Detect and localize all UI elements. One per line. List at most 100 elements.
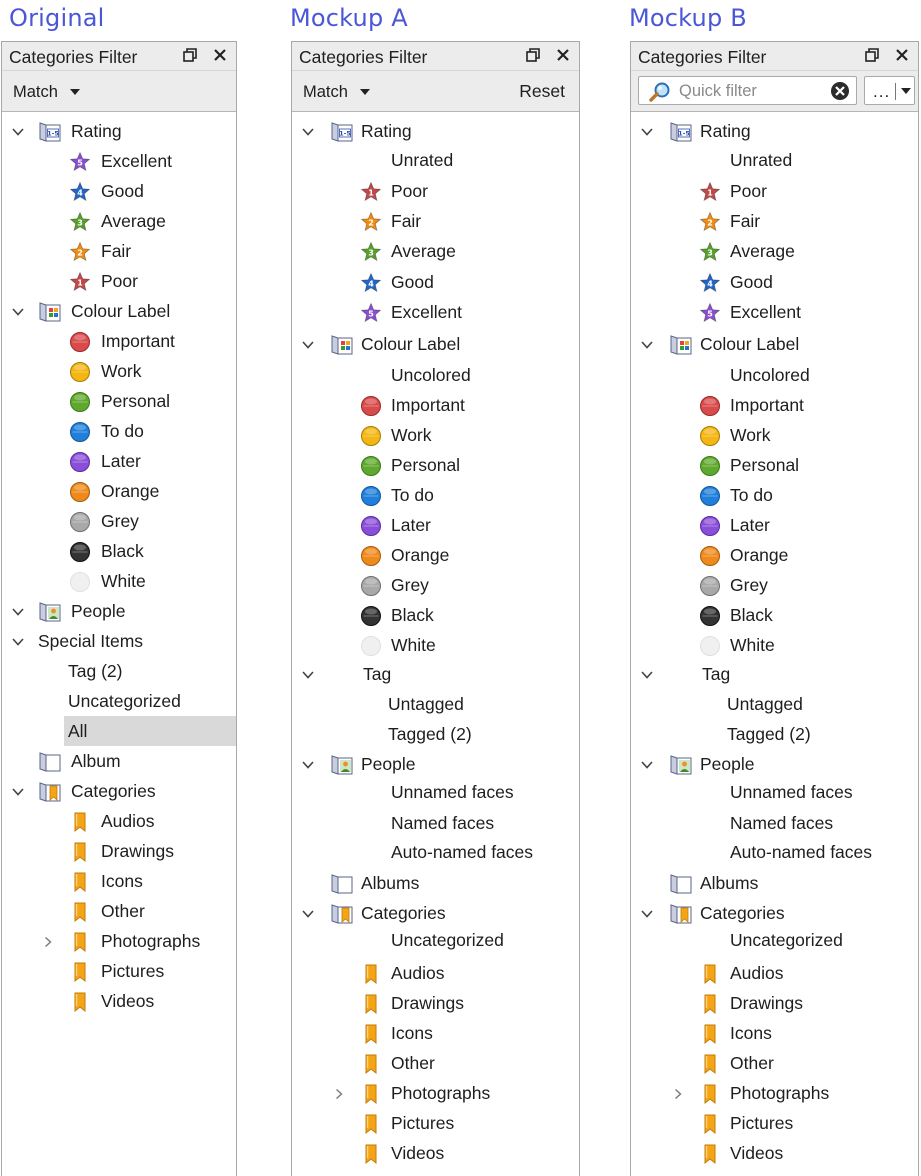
tree-row-later[interactable]: Later <box>2 446 236 476</box>
tree-row-personal[interactable]: Personal <box>292 450 579 480</box>
tree-row-grey[interactable]: Grey <box>2 506 236 536</box>
tree-row-white[interactable]: White <box>2 566 236 596</box>
tree-row-icons[interactable]: Icons <box>631 1018 918 1048</box>
tree-row-good[interactable]: 4 Good <box>2 176 236 206</box>
float-panel-icon[interactable] <box>525 47 541 63</box>
tree-row-fair[interactable]: 2 Fair <box>292 206 579 236</box>
tree-row-unnamed-faces[interactable]: Unnamed faces <box>631 777 918 807</box>
match-dropdown-button[interactable]: Match <box>297 79 376 105</box>
tree-row-poor[interactable]: 1 Poor <box>2 266 236 296</box>
tree-row-work[interactable]: Work <box>2 356 236 386</box>
chevron-down-icon[interactable] <box>301 758 315 770</box>
tree-row-excellent[interactable]: 5 Excellent <box>292 297 579 327</box>
tree-row-audios[interactable]: Audios <box>292 958 579 988</box>
tree-row-unrated[interactable]: Unrated <box>631 145 918 175</box>
tree-row-categories[interactable]: Categories <box>631 898 918 928</box>
chevron-down-icon[interactable] <box>11 125 25 137</box>
chevron-down-icon[interactable] <box>11 305 25 317</box>
chevron-down-icon[interactable] <box>11 635 25 647</box>
tree-row-album[interactable]: Album <box>2 746 236 776</box>
tree-row-fair[interactable]: 2 Fair <box>2 236 236 266</box>
chevron-down-icon[interactable] <box>301 125 315 137</box>
chevron-down-icon[interactable] <box>301 668 315 680</box>
tree-row-uncategorized[interactable]: Uncategorized <box>2 686 236 716</box>
tree-row-people[interactable]: People <box>292 749 579 779</box>
tree-row-auto-named-faces[interactable]: Auto-named faces <box>292 837 579 867</box>
tree-row-black[interactable]: Black <box>631 600 918 630</box>
chevron-down-icon[interactable] <box>11 605 25 617</box>
tree-row-average[interactable]: 3 Average <box>292 236 579 266</box>
tree-row-rating[interactable]: 1-5 Rating <box>292 116 579 146</box>
tree-row-albums[interactable]: Albums <box>292 868 579 898</box>
tree-row-videos[interactable]: Videos <box>292 1138 579 1168</box>
tree-row-excellent[interactable]: 5 Excellent <box>631 297 918 327</box>
match-dropdown-button[interactable]: Match <box>7 79 86 105</box>
quick-filter-input[interactable] <box>679 80 827 102</box>
tree-row-drawings[interactable]: Drawings <box>2 836 236 866</box>
tree-row-untagged[interactable]: Untagged <box>292 689 579 719</box>
tree-row-average[interactable]: 3 Average <box>2 206 236 236</box>
tree-row-icons[interactable]: Icons <box>2 866 236 896</box>
tree-row-fair[interactable]: 2 Fair <box>631 206 918 236</box>
tree-row-orange[interactable]: Orange <box>631 540 918 570</box>
close-panel-icon[interactable] <box>212 47 228 63</box>
tree-row-important[interactable]: Important <box>2 326 236 356</box>
tree-row-named-faces[interactable]: Named faces <box>292 808 579 838</box>
tree-row-categories[interactable]: Categories <box>292 898 579 928</box>
clear-icon[interactable] <box>830 81 850 101</box>
tree-row-tagged-2[interactable]: Tagged (2) <box>292 719 579 749</box>
tree-row-later[interactable]: Later <box>631 510 918 540</box>
chevron-right-icon[interactable] <box>332 1087 346 1100</box>
chevron-down-icon[interactable] <box>640 758 654 770</box>
tree-row-work[interactable]: Work <box>292 420 579 450</box>
chevron-down-icon[interactable] <box>640 125 654 137</box>
tree-row-other[interactable]: Other <box>631 1048 918 1078</box>
tree-row-to-do[interactable]: To do <box>292 480 579 510</box>
tree-row-drawings[interactable]: Drawings <box>292 988 579 1018</box>
tree-row-average[interactable]: 3 Average <box>631 236 918 266</box>
chevron-down-icon[interactable] <box>301 338 315 350</box>
tree-row-good[interactable]: 4 Good <box>292 267 579 297</box>
tree-row-colour-label[interactable]: Colour Label <box>292 329 579 359</box>
tree-row-pictures[interactable]: Pictures <box>2 956 236 986</box>
tree-row-rating[interactable]: 1-5 Rating <box>2 116 236 146</box>
chevron-right-icon[interactable] <box>671 1087 685 1100</box>
tree-row-tag-2[interactable]: Tag (2) <box>2 656 236 686</box>
tree-row-poor[interactable]: 1 Poor <box>631 176 918 206</box>
tree-row-other[interactable]: Other <box>2 896 236 926</box>
tree-row-white[interactable]: White <box>631 630 918 660</box>
tree-row-unrated[interactable]: Unrated <box>292 145 579 175</box>
tree-row-black[interactable]: Black <box>2 536 236 566</box>
tree-row-to-do[interactable]: To do <box>2 416 236 446</box>
tree-row-grey[interactable]: Grey <box>631 570 918 600</box>
float-panel-icon[interactable] <box>182 47 198 63</box>
tree-row-uncolored[interactable]: Uncolored <box>631 360 918 390</box>
tree-row-uncategorized[interactable]: Uncategorized <box>292 925 579 955</box>
tree-row-uncategorized[interactable]: Uncategorized <box>631 925 918 955</box>
tree-row-photographs[interactable]: Photographs <box>292 1078 579 1108</box>
tree-row-work[interactable]: Work <box>631 420 918 450</box>
tree-row-later[interactable]: Later <box>292 510 579 540</box>
chevron-down-icon[interactable] <box>640 907 654 919</box>
tree-row-photographs[interactable]: Photographs <box>2 926 236 956</box>
chevron-down-icon[interactable] <box>11 785 25 797</box>
tree-row-untagged[interactable]: Untagged <box>631 689 918 719</box>
tree-row-icons[interactable]: Icons <box>292 1018 579 1048</box>
tree-row-good[interactable]: 4 Good <box>631 267 918 297</box>
tree-row-videos[interactable]: Videos <box>631 1138 918 1168</box>
tree-row-categories[interactable]: Categories <box>2 776 236 806</box>
tree-row-audios[interactable]: Audios <box>2 806 236 836</box>
chevron-down-icon[interactable] <box>640 668 654 680</box>
tree-row-albums[interactable]: Albums <box>631 868 918 898</box>
more-options-button[interactable]: ... <box>864 76 915 105</box>
tree-row-auto-named-faces[interactable]: Auto-named faces <box>631 837 918 867</box>
tree-row-named-faces[interactable]: Named faces <box>631 808 918 838</box>
tree-row-people[interactable]: People <box>631 749 918 779</box>
tree-row-white[interactable]: White <box>292 630 579 660</box>
tree-row-personal[interactable]: Personal <box>631 450 918 480</box>
chevron-right-icon[interactable] <box>41 935 55 948</box>
float-panel-icon[interactable] <box>864 47 880 63</box>
chevron-down-icon[interactable] <box>640 338 654 350</box>
tree-row-audios[interactable]: Audios <box>631 958 918 988</box>
reset-button[interactable]: Reset <box>519 81 565 102</box>
